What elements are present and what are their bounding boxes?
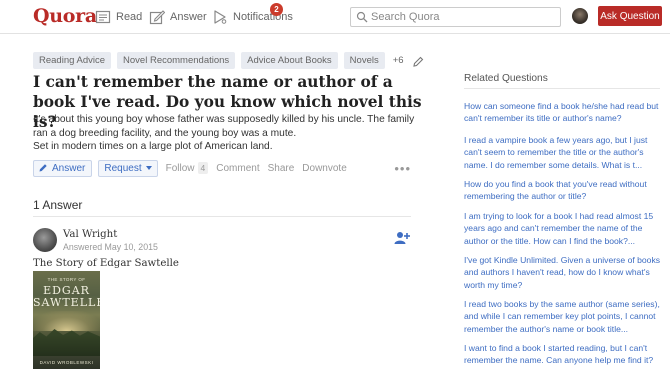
- pencil-square-icon: [149, 9, 166, 25]
- answer-button[interactable]: Answer: [33, 159, 93, 177]
- related-question-link[interactable]: I read a vampire book a few years ago, b…: [464, 134, 664, 171]
- user-avatar[interactable]: [572, 8, 588, 24]
- answer-button-label: Answer: [52, 162, 86, 174]
- nav-notifications-label: Notifications: [233, 11, 293, 23]
- topic-tag[interactable]: Novel Recommendations: [117, 52, 236, 69]
- cover-author: DAVID WROBLEWSKI: [39, 360, 94, 365]
- chevron-down-icon: [145, 166, 152, 170]
- topic-tag[interactable]: Advice About Books: [241, 52, 338, 69]
- follow-count: 4: [197, 162, 209, 174]
- topic-tag[interactable]: Reading Advice: [33, 52, 112, 69]
- search-placeholder: Search Quora: [371, 11, 440, 23]
- notifications-icon: [212, 9, 228, 25]
- follow-label: Follow: [165, 163, 195, 174]
- cover-line: THE STORY OF: [47, 277, 86, 282]
- question-detail-line: It's about this young boy whose father w…: [33, 114, 415, 139]
- answer-count: 1 Answer: [33, 198, 83, 212]
- question-details: It's about this young boy whose father w…: [33, 113, 418, 154]
- question-actions: Answer Request Follow 4 Comment Share Dow…: [33, 159, 411, 177]
- follow-button[interactable]: Follow 4: [166, 162, 209, 174]
- question-detail-line: Set in modern times on a large plot of A…: [33, 141, 273, 152]
- share-button[interactable]: Share: [268, 163, 295, 174]
- author-avatar[interactable]: [33, 228, 57, 252]
- top-bar: Quora Read Answer Notifications 2 Search…: [0, 0, 670, 34]
- read-icon: [95, 9, 111, 25]
- nav-answer-label: Answer: [170, 11, 207, 23]
- related-question-link[interactable]: How do you find a book that you've read …: [464, 178, 664, 203]
- pencil-icon: [38, 163, 48, 173]
- related-question-link[interactable]: I've got Kindle Unlimited. Given a unive…: [464, 254, 664, 291]
- nav-read-label: Read: [116, 11, 143, 23]
- related-question-link[interactable]: How can someone find a book he/she had r…: [464, 100, 664, 125]
- related-question-link[interactable]: I want to find a book I started reading,…: [464, 342, 664, 367]
- answer-date[interactable]: Answered May 10, 2015: [63, 242, 158, 252]
- quora-logo[interactable]: Quora: [33, 5, 97, 27]
- book-cover-image: THE STORY OF EDGAR SAWTELLE DAVID WROBLE…: [33, 271, 100, 369]
- notifications-badge: 2: [270, 3, 283, 16]
- more-topics[interactable]: +6: [391, 52, 406, 69]
- divider: [464, 88, 660, 89]
- search-icon: [356, 11, 368, 23]
- follow-user-icon[interactable]: [394, 230, 410, 246]
- downvote-button[interactable]: Downvote: [302, 163, 346, 174]
- cover-line: SAWTELLE: [33, 296, 100, 309]
- topic-list: Reading Advice Novel Recommendations Adv…: [33, 52, 424, 69]
- related-question-link[interactable]: I am trying to look for a book I had rea…: [464, 210, 664, 247]
- nav-read[interactable]: Read: [95, 8, 142, 26]
- search-box[interactable]: Search Quora: [350, 7, 561, 27]
- nav-answer[interactable]: Answer: [149, 8, 207, 26]
- edit-topics-pencil-icon[interactable]: [412, 55, 424, 67]
- related-questions-heading: Related Questions: [464, 73, 548, 84]
- author-name[interactable]: Val Wright: [63, 229, 117, 240]
- answer-text: The Story of Edgar Sawtelle: [33, 258, 179, 269]
- related-question-link[interactable]: I read two books by the same author (sam…: [464, 298, 664, 335]
- more-options-button[interactable]: •••: [394, 161, 411, 176]
- topic-tag[interactable]: Novels: [343, 52, 385, 69]
- divider: [33, 216, 411, 217]
- comment-button[interactable]: Comment: [216, 163, 259, 174]
- request-button[interactable]: Request: [98, 159, 158, 177]
- ask-question-button[interactable]: Ask Question: [598, 6, 662, 26]
- request-button-label: Request: [104, 162, 142, 174]
- cover-sky: [33, 311, 100, 331]
